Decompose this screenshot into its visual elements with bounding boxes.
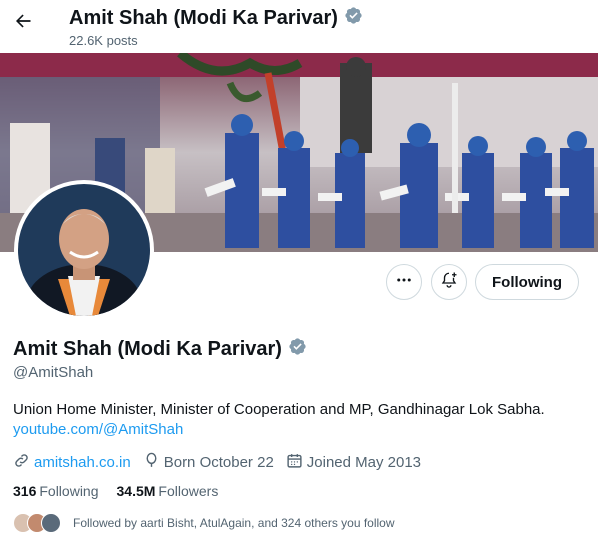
followers-count: 34.5M: [116, 483, 156, 499]
joined-text: Joined May 2013: [306, 454, 422, 471]
link-icon: [13, 452, 30, 473]
profile-bio: Union Home Minister, Minister of Coopera…: [13, 401, 545, 418]
bell-plus-icon: [440, 271, 458, 294]
follower-avatars: [13, 513, 61, 533]
posts-count: 22.6K posts: [69, 33, 138, 48]
followers-stat-link[interactable]: 34.5M Followers: [117, 483, 219, 499]
following-button[interactable]: Following: [475, 264, 579, 300]
more-options-button[interactable]: [386, 264, 422, 300]
more-horizontal-icon: [395, 271, 413, 294]
following-label: Following: [39, 483, 99, 499]
avatar: [41, 513, 61, 533]
following-stat-link[interactable]: 316 Following: [13, 483, 99, 499]
balloon-icon: [143, 452, 160, 473]
notifications-button[interactable]: [431, 264, 467, 300]
profile-header: Amit Shah (Modi Ka Parivar) 22.6K posts: [0, 0, 598, 53]
verified-badge-icon[interactable]: [288, 337, 307, 362]
profile-meta: amitshah.co.in Born October 22 Joined Ma…: [13, 452, 433, 473]
header-title: Amit Shah (Modi Ka Parivar): [69, 6, 363, 31]
followed-by[interactable]: Followed by aarti Bisht, AtulAgain, and …: [13, 513, 395, 533]
arrow-left-icon: [13, 11, 33, 36]
display-name: Amit Shah (Modi Ka Parivar): [13, 338, 282, 360]
avatar-frame[interactable]: [14, 180, 154, 320]
following-count: 316: [13, 483, 37, 499]
profile-handle: @AmitShah: [13, 364, 94, 381]
profile-name: Amit Shah (Modi Ka Parivar): [13, 337, 307, 362]
website-link[interactable]: amitshah.co.in: [34, 454, 131, 471]
birthday-item: Born October 22: [143, 452, 274, 473]
bio-link[interactable]: youtube.com/@AmitShah: [13, 421, 183, 438]
joined-item: Joined May 2013: [286, 452, 421, 473]
born-text: Born October 22: [163, 454, 274, 471]
followers-label: Followers: [158, 483, 219, 499]
avatar: [18, 184, 150, 316]
header-name: Amit Shah (Modi Ka Parivar): [69, 7, 338, 29]
follow-stats: 316 Following 34.5M Followers: [13, 483, 236, 499]
followed-by-text: Followed by aarti Bisht, AtulAgain, and …: [73, 516, 395, 530]
website-item: amitshah.co.in: [13, 452, 131, 473]
back-button[interactable]: [8, 8, 38, 38]
calendar-icon: [286, 452, 303, 473]
verified-badge-icon: [344, 6, 363, 31]
